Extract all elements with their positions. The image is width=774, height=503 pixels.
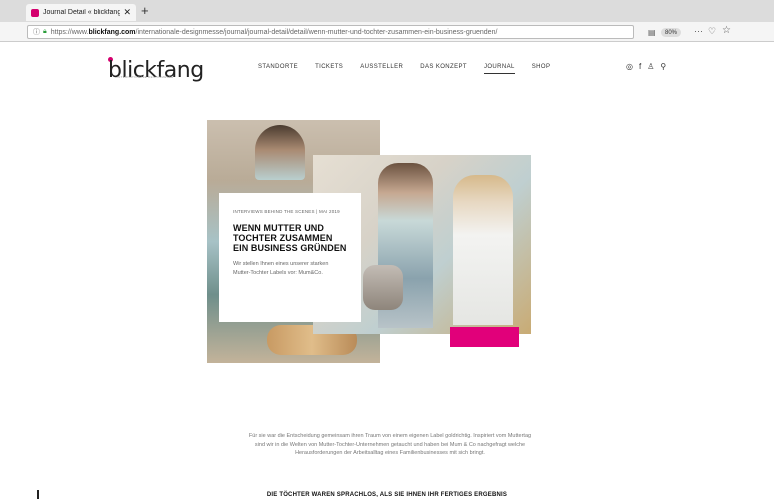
url-domain: blickfang.com — [88, 28, 136, 36]
main-nav: STANDORTE TICKETS AUSSTELLER DAS KONZEPT… — [258, 64, 567, 74]
more-icon[interactable]: ··· — [694, 26, 703, 36]
nav-das-konzept[interactable]: DAS KONZEPT — [420, 64, 467, 74]
browser-tab[interactable]: Journal Detail « blickfang – Inte ✕ — [26, 4, 136, 21]
article-subheading: DIE TÖCHTER WAREN SPRACHLOS, ALS SIE IHN… — [266, 492, 508, 498]
article-title: WENN MUTTER UND TOCHTER ZUSAMMEN EIN BUS… — [233, 223, 347, 253]
instagram-icon[interactable]: ◎ — [626, 62, 633, 71]
pocket-icon[interactable]: ♡ — [708, 26, 716, 37]
nav-journal[interactable]: JOURNAL — [483, 64, 515, 74]
new-tab-button[interactable]: + — [141, 3, 149, 18]
nav-tickets[interactable]: TICKETS — [315, 64, 343, 74]
facebook-icon[interactable]: f — [639, 62, 641, 71]
search-icon[interactable]: ⚲ — [660, 62, 666, 71]
mother-figure — [255, 125, 305, 180]
reader-view-icon[interactable]: ▤ — [648, 28, 656, 37]
site-logo[interactable]: blickfang — [108, 58, 204, 83]
bookmark-star-icon[interactable]: ☆ — [722, 25, 731, 36]
url-prefix: https://www. — [50, 28, 89, 36]
browser-navbar: ⓘ 🔒︎ https://www. blickfang.com/internati… — [0, 22, 774, 42]
address-bar[interactable]: ⓘ 🔒︎ https://www. blickfang.com/internati… — [27, 25, 634, 39]
daughter-figure — [453, 175, 513, 325]
logo-subtitle: INTERNATIONALE DESIGNMESSE — [117, 75, 174, 79]
nav-shop[interactable]: SHOP — [532, 64, 551, 74]
accent-block — [450, 327, 519, 347]
dog-figure — [363, 265, 403, 310]
zoom-badge[interactable]: 80% — [661, 28, 681, 37]
url-path: /internationale-designmesse/journal/jour… — [135, 28, 498, 36]
nav-aussteller[interactable]: AUSSTELLER — [360, 64, 403, 74]
article-category[interactable]: INTERVIEWS BEHIND THE SCENES | MAI 2019 — [233, 207, 347, 216]
info-icon[interactable]: ⓘ — [33, 27, 40, 37]
article-intro: Für sie war die Entscheidung gemeinsam i… — [248, 433, 532, 456]
article-teaser: Wir stellen Ihnen eines unserer starken … — [233, 261, 329, 276]
favicon-icon — [31, 8, 39, 17]
close-icon[interactable]: ✕ — [123, 7, 131, 18]
nav-standorte[interactable]: STANDORTE — [258, 64, 298, 74]
article-card: INTERVIEWS BEHIND THE SCENES | MAI 2019 … — [219, 193, 361, 322]
tab-title: Journal Detail « blickfang – Inte — [43, 9, 121, 16]
user-icon[interactable]: ♙ — [647, 62, 654, 71]
browser-tabbar: Journal Detail « blickfang – Inte ✕ + — [0, 0, 774, 22]
lock-icon: 🔒︎ — [43, 28, 47, 35]
header-icons: ◎ f ♙ ⚲ — [626, 62, 666, 71]
